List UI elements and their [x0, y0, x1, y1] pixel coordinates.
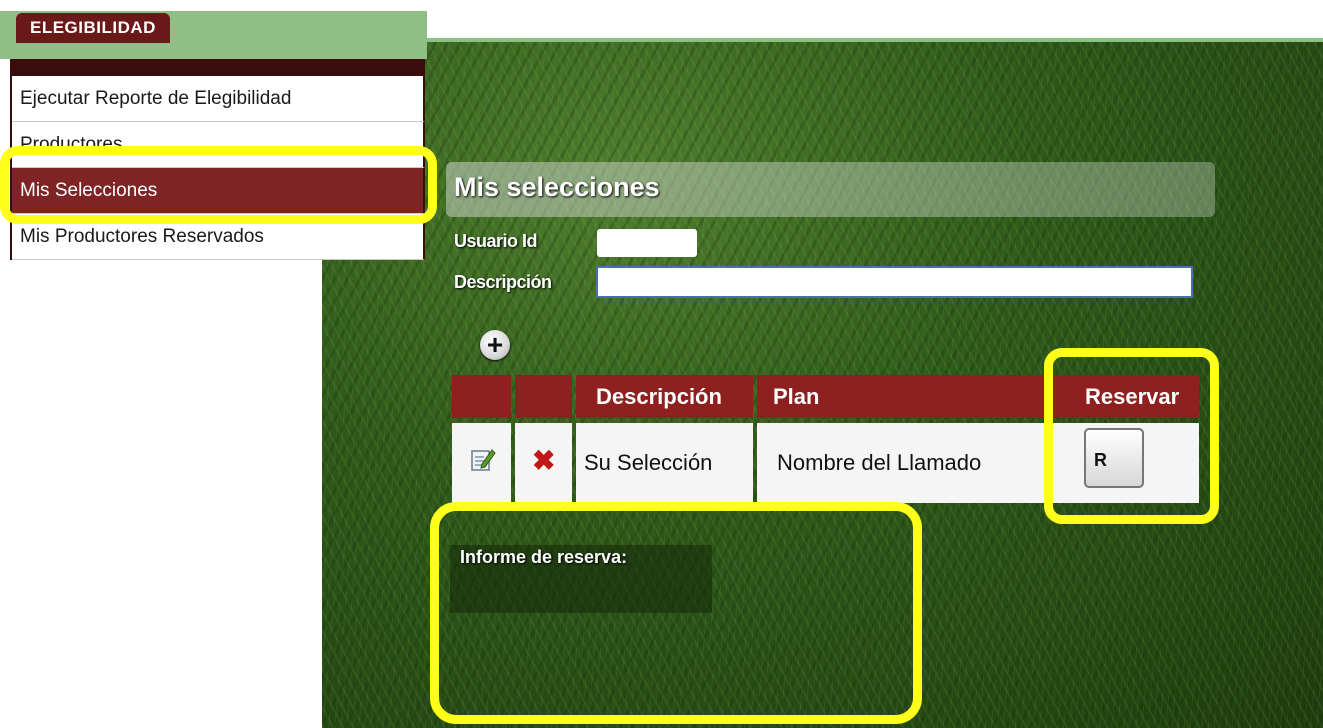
menu-tab-elegibilidad[interactable]: ELEGIBILIDAD — [16, 13, 170, 43]
table-cell-descripcion: Su Selección — [576, 423, 753, 503]
highlight-informe — [430, 502, 922, 724]
column-header-edit — [452, 375, 511, 418]
highlight-reservar — [1044, 348, 1219, 524]
menu-separator — [10, 59, 425, 76]
delete-icon[interactable]: ✖ — [532, 446, 555, 476]
edit-icon[interactable] — [470, 446, 496, 472]
column-header-delete — [515, 375, 572, 418]
page-title: Mis selecciones — [454, 172, 660, 202]
descripcion-label: Descripción — [454, 272, 552, 292]
column-header-plan: Plan — [757, 375, 1047, 418]
usuario-id-label: Usuario Id — [454, 231, 538, 251]
column-header-descripcion: Descripción — [576, 375, 753, 418]
usuario-id-field[interactable] — [597, 229, 697, 257]
menu-item-ejecutar-reporte[interactable]: Ejecutar Reporte de Elegibilidad — [12, 76, 425, 122]
table-cell-plan: Nombre del Llamado — [757, 423, 1047, 503]
add-selection-button[interactable]: + — [480, 330, 510, 360]
descripcion-field[interactable] — [596, 266, 1193, 298]
highlight-mis-selecciones — [0, 146, 437, 224]
